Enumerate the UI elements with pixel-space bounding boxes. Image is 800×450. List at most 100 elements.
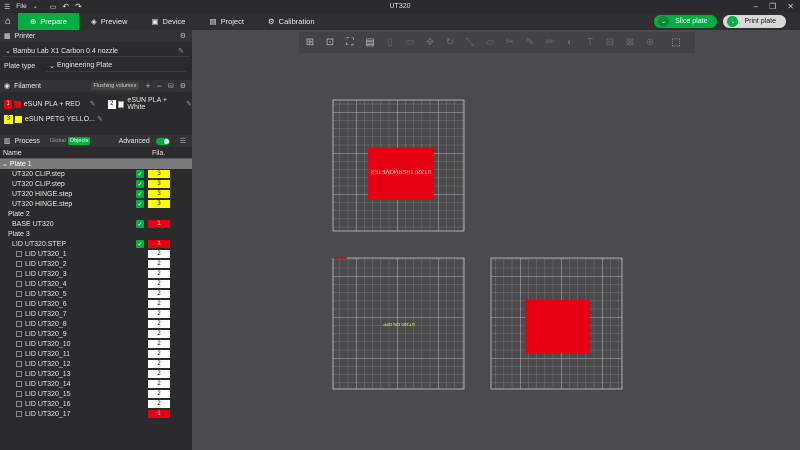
advanced-toggle[interactable] <box>155 137 170 145</box>
filament-select[interactable]: 3 <box>148 190 170 198</box>
rotate-icon[interactable]: ↻ <box>441 34 459 51</box>
filament-select[interactable]: 2 <box>148 300 170 308</box>
table-row[interactable]: LID UT320_2 2 <box>0 259 192 269</box>
filament-select[interactable]: 2 <box>148 400 170 408</box>
edit-icon[interactable]: ✎ <box>90 100 96 108</box>
maximize-icon[interactable]: ❐ <box>769 2 776 11</box>
tab-device[interactable]: ▣ Device <box>139 13 197 30</box>
add-icon[interactable]: + <box>145 81 150 91</box>
filament-select[interactable]: 3 <box>148 170 170 178</box>
save-icon[interactable]: ▭ <box>50 3 57 11</box>
visibility-checkbox[interactable]: ✓ <box>136 180 144 188</box>
table-row[interactable]: LID UT320_1 2 <box>0 249 192 259</box>
table-row[interactable]: LID UT320_13 2 <box>0 369 192 379</box>
table-row[interactable]: LID UT320_17 1 <box>0 409 192 419</box>
cut-icon[interactable]: ✂ <box>501 34 519 51</box>
table-row[interactable]: UT320 HINGE.step ✓ 3 <box>0 189 192 199</box>
home-icon[interactable]: ⌂ <box>0 13 16 30</box>
tab-calibration[interactable]: ⚙ Calibration <box>256 13 327 30</box>
visibility-checkbox[interactable]: ✓ <box>136 190 144 198</box>
filament-name[interactable]: eSUN PETG YELLO... <box>25 116 95 123</box>
filament-select[interactable]: 1 <box>148 240 170 248</box>
close-icon[interactable]: ✕ <box>787 2 794 11</box>
chevron-down-icon[interactable]: ⌄ <box>727 16 739 27</box>
arrange-icon[interactable]: ▤ <box>361 34 379 51</box>
filament-select[interactable]: 2 <box>148 260 170 268</box>
table-row[interactable]: LID UT320_8 2 <box>0 319 192 329</box>
support-paint-icon[interactable]: ✎ <box>521 34 539 51</box>
table-row[interactable]: BASE UT320 ✓ 1 <box>0 219 192 229</box>
filament-select[interactable]: 2 <box>148 270 170 278</box>
plate-row[interactable]: ⌄ Plate 1 <box>0 159 192 169</box>
filament-select[interactable]: 2 <box>148 340 170 348</box>
flushing-volumes-button[interactable]: Flushing volumes <box>90 82 140 90</box>
table-row[interactable]: LID UT320_11 2 <box>0 349 192 359</box>
table-row[interactable]: LID UT320_5 2 <box>0 289 192 299</box>
print-plate-button[interactable]: ⌄ Print plate <box>723 15 786 28</box>
table-row[interactable]: LID UT320_7 2 <box>0 309 192 319</box>
split-icon[interactable]: ▯ <box>381 34 399 51</box>
redo-icon[interactable]: ↷ <box>75 2 82 11</box>
filament-select[interactable]: 1 <box>148 220 170 228</box>
file-menu[interactable]: File <box>16 3 26 10</box>
table-row[interactable]: UT320 CLIP.step ✓ 3 <box>0 169 192 179</box>
filament-select[interactable]: 3 <box>148 180 170 188</box>
scale-icon[interactable]: ⤡ <box>461 34 479 51</box>
table-row[interactable]: LID UT320_16 2 <box>0 399 192 409</box>
edit-icon[interactable]: ✎ <box>97 115 103 123</box>
filament-select[interactable]: 2 <box>148 290 170 298</box>
text-icon[interactable]: T <box>581 34 599 51</box>
filament-select[interactable]: 1 <box>148 410 170 418</box>
table-row[interactable]: LID UT320_6 2 <box>0 299 192 309</box>
tab-prepare[interactable]: ⊕ Prepare <box>18 13 79 30</box>
filament-select[interactable]: 2 <box>148 250 170 258</box>
layer-icon[interactable]: ▭ <box>401 34 419 51</box>
settings-icon[interactable]: ⚙ <box>180 32 186 40</box>
minimize-icon[interactable]: – <box>754 2 758 11</box>
seam-paint-icon[interactable]: ✏ <box>541 34 559 51</box>
visibility-checkbox[interactable]: ✓ <box>136 220 144 228</box>
slice-plate-button[interactable]: ⌄ Slice plate <box>654 15 718 28</box>
undo-icon[interactable]: ↶ <box>62 2 69 11</box>
global-toggle[interactable]: Global <box>50 138 66 144</box>
orient-icon[interactable]: ⛶ <box>341 34 359 51</box>
tab-project[interactable]: ▤ Project <box>197 13 255 30</box>
3d-viewport[interactable]: ⊞ ⊡ ⛶ ▤ ▯ ▭ ✥ ↻ ⤡ ▱ ✂ ✎ ✏ ◐ T ⊟ ⊠ ⊕ ⬚ UT… <box>192 30 800 450</box>
filament-select[interactable]: 2 <box>148 350 170 358</box>
plate-2[interactable]: UT320 ON OFF <box>332 257 465 390</box>
table-row[interactable]: LID UT320_9 2 <box>0 329 192 339</box>
lay-on-face-icon[interactable]: ▱ <box>481 34 499 51</box>
table-row[interactable]: LID UT320_3 2 <box>0 269 192 279</box>
list-icon[interactable]: ☰ <box>180 137 186 145</box>
plate-row[interactable]: Plate 2 <box>0 209 192 219</box>
edit-icon[interactable]: ✎ <box>178 47 184 55</box>
color-chip[interactable] <box>15 115 22 123</box>
filament-select[interactable]: 2 <box>148 360 170 368</box>
table-row[interactable]: LID UT320_15 2 <box>0 389 192 399</box>
filament-select[interactable]: 2 <box>148 310 170 318</box>
move-icon[interactable]: ✥ <box>421 34 439 51</box>
table-row[interactable]: UT320 HINGE.step ✓ 3 <box>0 199 192 209</box>
plate-1[interactable]: UT320 THERMOMETER <box>332 99 465 232</box>
filament-select[interactable]: 2 <box>148 380 170 388</box>
filament-number[interactable]: 3 <box>4 114 13 124</box>
assembly-icon[interactable]: ⊠ <box>621 34 639 51</box>
table-row[interactable]: UT320 CLIP.step ✓ 3 <box>0 179 192 189</box>
table-row[interactable]: LID UT320_12 2 <box>0 359 192 369</box>
filament-select[interactable]: 2 <box>148 280 170 288</box>
filament-number[interactable]: 2 <box>107 99 116 109</box>
plate-3[interactable] <box>490 257 623 390</box>
sync-icon[interactable]: ⛁ <box>168 82 174 90</box>
tab-preview[interactable]: ◈ Preview <box>79 13 139 30</box>
filament-select[interactable]: 3 <box>148 200 170 208</box>
view-icon[interactable]: ⬚ <box>667 34 685 51</box>
filament-name[interactable]: eSUN PLA + RED <box>24 101 88 108</box>
printer-select[interactable]: ⌄ Bambu Lab X1 Carbon 0.4 nozzle ✎ <box>2 46 190 57</box>
chevron-down-icon[interactable]: ⌄ <box>33 3 38 10</box>
objects-toggle[interactable]: Objects <box>67 137 91 145</box>
mesh-boolean-icon[interactable]: ⊕ <box>641 34 659 51</box>
visibility-checkbox[interactable]: ✓ <box>136 200 144 208</box>
filament-number[interactable]: 1 <box>4 99 13 109</box>
filament-select[interactable]: 2 <box>148 330 170 338</box>
chevron-down-icon[interactable]: ⌄ <box>2 160 8 168</box>
